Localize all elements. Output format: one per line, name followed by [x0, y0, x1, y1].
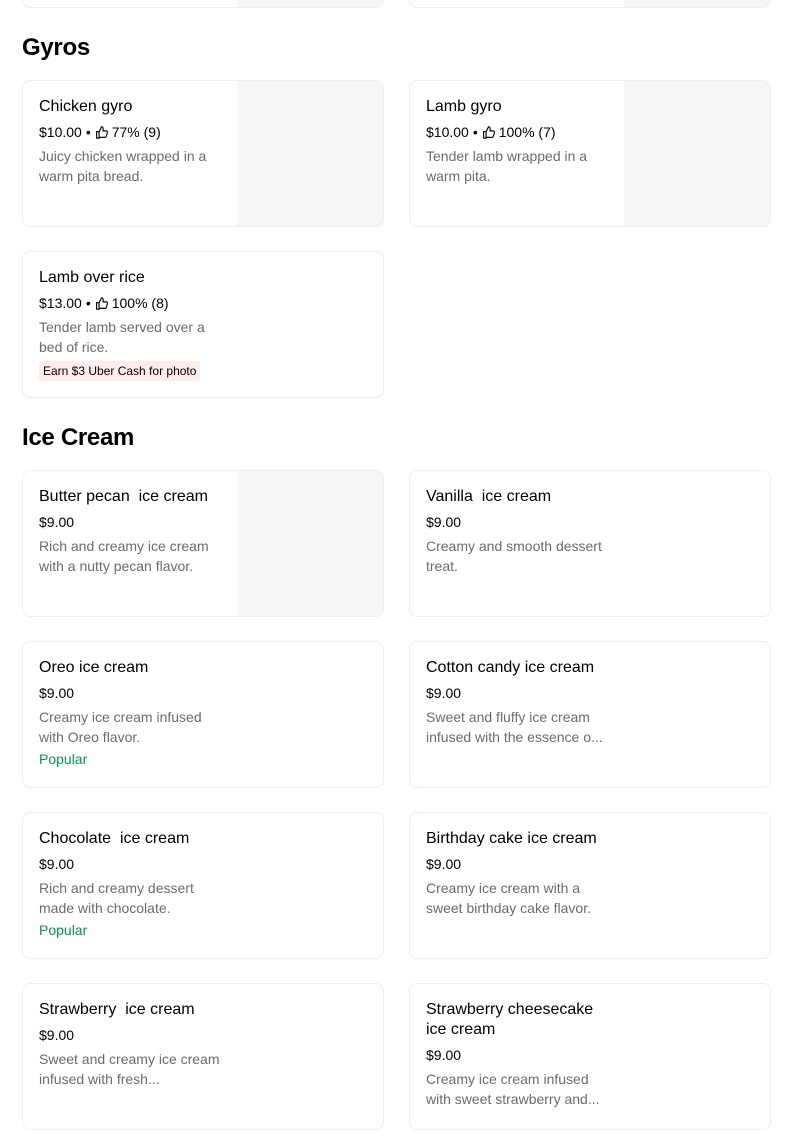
item-price: $9.00 [39, 685, 75, 701]
item-name: Lamb gyro [426, 98, 502, 115]
item-price: $9.00 [426, 1047, 462, 1063]
item-description: Creamy ice cream infused with Oreo flavo… [39, 709, 202, 745]
item-description: Creamy ice cream with a sweet birthday c… [426, 880, 591, 916]
thumbs-up-icon [482, 125, 495, 139]
item-name: Birthday cake ice cream [426, 830, 597, 847]
item-price: $9.00 [426, 514, 462, 530]
item-name: Butter pecan ice cream [39, 488, 208, 505]
item-image [624, 81, 770, 226]
item-price: $10.00 [39, 124, 82, 140]
item-meta: $10.00 • 77% (9) [39, 122, 229, 142]
item-rating: 100% (8) [111, 295, 169, 311]
item-name: Strawberry cheesecake ice cream [426, 1001, 598, 1038]
separator-dot: • [85, 124, 91, 140]
item-meta: $9.00 [426, 683, 616, 703]
item-image [237, 81, 383, 226]
menu-item-lamb-gyro[interactable]: Lamb gyro $10.00 • 100% (7) Tender lamb … [409, 80, 771, 227]
item-description: Creamy ice cream infused with sweet stra… [426, 1071, 600, 1107]
thumbs-up-icon [95, 296, 108, 310]
item-price: $9.00 [39, 1027, 75, 1043]
item-name: Chicken gyro [39, 98, 133, 115]
item-description: Rich and creamy ice cream with a nutty p… [39, 538, 209, 574]
item-price: $9.00 [39, 514, 75, 530]
menu-item-strawberry[interactable]: Strawberry ice cream $9.00 Sweet and cre… [22, 983, 384, 1130]
item-image [237, 0, 383, 7]
item-meta: $9.00 [39, 1025, 229, 1045]
item-image [624, 0, 770, 7]
item-name: Cotton candy ice cream [426, 659, 595, 676]
section-title-gyros: Gyros [22, 34, 90, 61]
menu-item-chicken-gyro[interactable]: Chicken gyro $10.00 • 77% (9) Juicy chic… [22, 80, 384, 227]
menu-item-lamb-over-rice[interactable]: Lamb over rice $13.00 • 100% (8) Tender … [22, 251, 384, 398]
menu-item-butter-pecan[interactable]: Butter pecan ice cream $9.00 Rich and cr… [22, 470, 384, 617]
popular-tag: Popular [39, 751, 88, 767]
item-name: Chocolate ice cream [39, 830, 190, 847]
item-price: $9.00 [426, 856, 462, 872]
menu-item-card-partial[interactable] [409, 0, 771, 8]
item-price: $10.00 [426, 124, 469, 140]
item-description: Rich and creamy dessert made with chocol… [39, 880, 194, 916]
thumbs-up-icon [95, 125, 108, 139]
separator-dot: • [472, 124, 478, 140]
item-meta: $9.00 [426, 1045, 616, 1065]
uber-cash-badge: Earn $3 Uber Cash for photo [39, 361, 201, 381]
item-description: Sweet and creamy ice cream infused with … [39, 1051, 220, 1087]
menu-item-chocolate[interactable]: Chocolate ice cream $9.00 Rich and cream… [22, 812, 384, 959]
item-meta: $9.00 [426, 854, 616, 874]
item-rating: 100% (7) [498, 124, 556, 140]
menu-item-card-partial[interactable] [22, 0, 384, 8]
item-image [237, 471, 383, 616]
item-name: Strawberry ice cream [39, 1001, 195, 1018]
item-meta: $10.00 • 100% (7) [426, 122, 616, 142]
section-title-ice-cream: Ice Cream [22, 424, 135, 451]
item-description: Sweet and fluffy ice cream infused with … [426, 709, 603, 745]
item-description: Creamy and smooth dessert treat. [426, 538, 602, 574]
item-meta: $9.00 [39, 683, 229, 703]
separator-dot: • [85, 295, 91, 311]
item-name: Vanilla ice cream [426, 488, 552, 505]
item-rating: 77% (9) [111, 124, 161, 140]
item-price: $9.00 [39, 856, 75, 872]
popular-tag: Popular [39, 922, 88, 938]
item-meta: $9.00 [426, 512, 616, 532]
item-meta: $9.00 [39, 854, 229, 874]
item-name: Oreo ice cream [39, 659, 149, 676]
menu-item-birthday-cake[interactable]: Birthday cake ice cream $9.00 Creamy ice… [409, 812, 771, 959]
item-meta: $13.00 • 100% (8) [39, 293, 229, 313]
menu-item-strawberry-cheesecake[interactable]: Strawberry cheesecake ice cream $9.00 Cr… [409, 983, 771, 1130]
menu-item-vanilla[interactable]: Vanilla ice cream $9.00 Creamy and smoot… [409, 470, 771, 617]
item-description: Juicy chicken wrapped in a warm pita bre… [39, 148, 207, 184]
menu-item-cotton-candy[interactable]: Cotton candy ice cream $9.00 Sweet and f… [409, 641, 771, 788]
item-description: Tender lamb wrapped in a warm pita. [426, 148, 588, 184]
item-price: $13.00 [39, 295, 82, 311]
item-meta: $9.00 [39, 512, 229, 532]
menu-item-oreo[interactable]: Oreo ice cream $9.00 Creamy ice cream in… [22, 641, 384, 788]
item-name: Lamb over rice [39, 269, 145, 286]
item-price: $9.00 [426, 685, 462, 701]
item-description: Tender lamb served over a bed of rice. [39, 319, 205, 355]
